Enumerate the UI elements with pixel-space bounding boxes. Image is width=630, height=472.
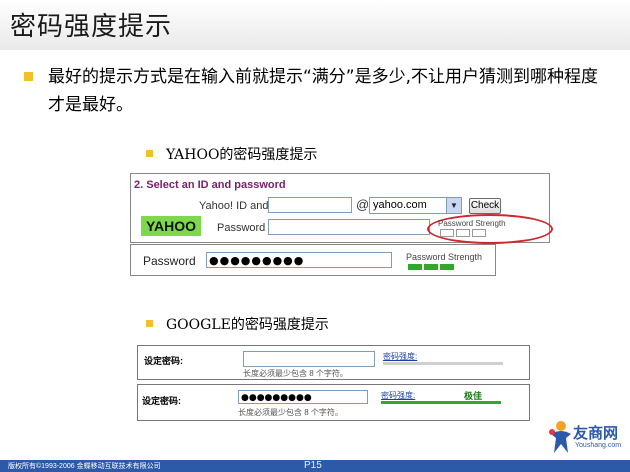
yahoo-logo: YAHOO (141, 216, 201, 236)
yahoo-signup-panel: 2. Select an ID and password Yahoo! ID a… (130, 173, 553, 244)
yahoo-password-input[interactable] (268, 219, 430, 235)
filled-strength-label: Password Strength (406, 252, 483, 262)
bullet-marker (146, 150, 153, 157)
google-heading: GOOGLE的密码强度提示 (166, 317, 329, 333)
check-button[interactable]: Check (469, 198, 501, 214)
logo-url: Youshang.com (575, 442, 622, 449)
google-strength-link[interactable]: 密码强度: (383, 351, 417, 362)
strength-segment (472, 229, 486, 237)
google-strength-bar-full (381, 401, 501, 404)
bullet-marker (24, 72, 33, 81)
strength-segment (440, 264, 454, 270)
main-bullet-text: 最好的提示方式是在输入前就提示“满分”是多少,不让用户猜测到哪种程度才是最好。 (48, 67, 599, 115)
strength-segment (408, 264, 422, 270)
domain-select[interactable]: yahoo.com ▼ (369, 197, 462, 214)
google-password-panel-filled: 设定密码: ●●●●●●●●● 长度必须最少包含 8 个字符。 密码强度: 极佳 (137, 384, 530, 421)
google-password-input-filled[interactable]: ●●●●●●●●● (238, 390, 368, 404)
slide-title: 密码强度提示 (10, 12, 173, 42)
yahoo-strength-meter-empty (440, 229, 486, 237)
strength-segment (456, 229, 470, 237)
google-password-label: 设定密码: (142, 396, 181, 406)
yahoo-strength-label: Password Strength (438, 219, 506, 228)
youshang-logo: 友商网 Youshang.com (548, 420, 628, 458)
strength-segment (440, 229, 454, 237)
strength-segment (424, 264, 438, 270)
page-number: P15 (304, 460, 322, 471)
filled-strength-meter (408, 264, 454, 270)
google-strength-link[interactable]: 密码强度: (381, 390, 415, 401)
footer-copyright: 版权所有©1993-2006 金蝶移动互联技术有限公司 (8, 463, 161, 470)
google-password-hint: 长度必须最少包含 8 个字符。 (243, 369, 348, 378)
google-password-label: 设定密码: (144, 356, 183, 366)
logo-text: 友商网 (573, 424, 619, 442)
yahoo-heading: YAHOO的密码强度提示 (166, 147, 318, 163)
yahoo-password-label: Password (217, 222, 266, 234)
person-logo-icon (549, 421, 571, 453)
at-sign: @ (356, 197, 370, 212)
chevron-down-icon: ▼ (446, 198, 461, 213)
filled-password-input[interactable]: ●●●●●●●●● (206, 252, 392, 268)
bullet-marker (146, 320, 153, 327)
filled-password-label: Password (143, 254, 196, 268)
google-password-input[interactable] (243, 351, 375, 367)
google-password-panel-empty: 设定密码: 长度必须最少包含 8 个字符。 密码强度: (137, 345, 530, 380)
yahoo-form-title: 2. Select an ID and password (134, 179, 286, 191)
yahoo-password-filled-panel: Password ●●●●●●●●● Password Strength (130, 244, 496, 276)
google-password-hint: 长度必须最少包含 8 个字符。 (238, 408, 343, 417)
yahoo-id-input[interactable] (268, 197, 352, 213)
domain-select-value: yahoo.com (373, 199, 427, 211)
google-strength-bar (383, 362, 503, 365)
